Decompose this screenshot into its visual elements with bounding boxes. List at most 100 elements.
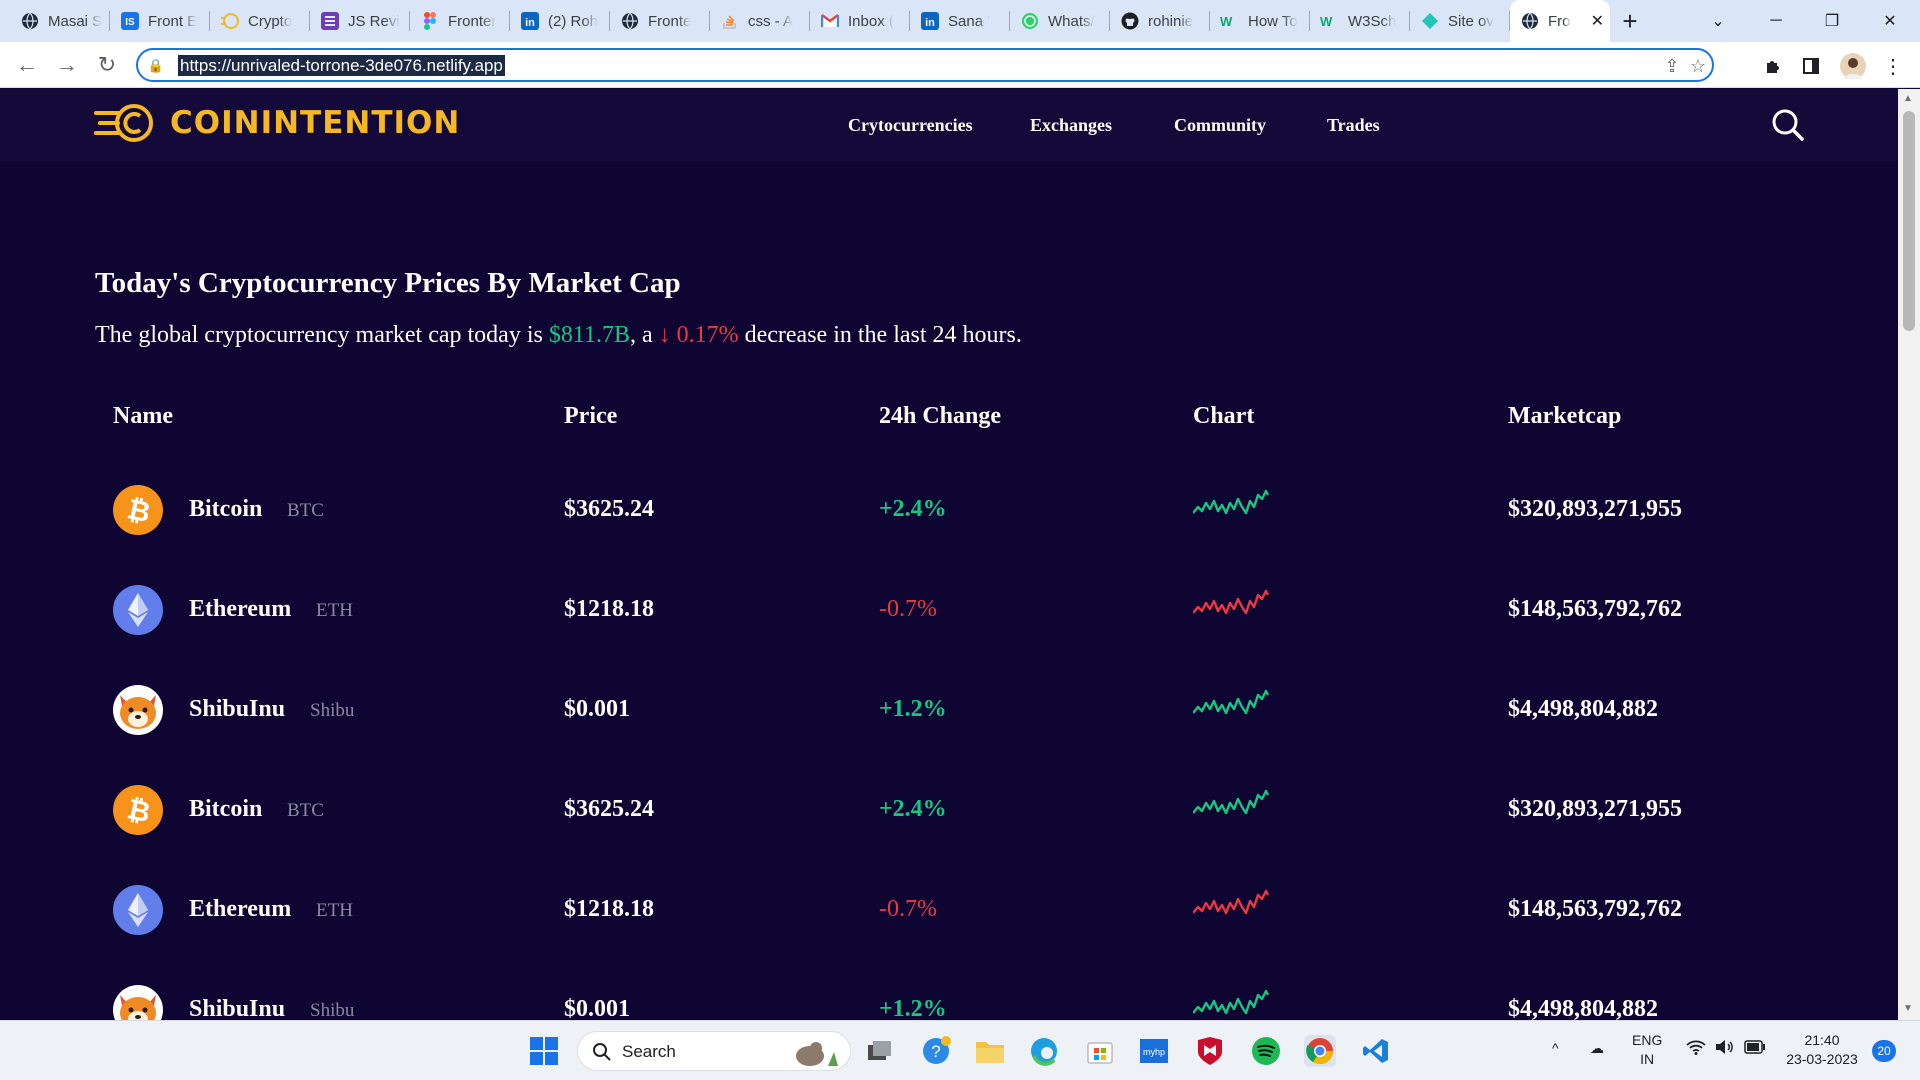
tab-title: W3Sch [1348, 12, 1397, 30]
scroll-down-arrow-icon[interactable]: ▼ [1903, 1003, 1913, 1014]
table-row[interactable]: ₿ Bitcoin BTC $3625.24 +2.4% $320,893,271,955 [0, 761, 1898, 859]
clock[interactable]: 21:40 23-03-2023 [1782, 1031, 1862, 1069]
chrome-menu-icon[interactable]: ⋮ [1880, 53, 1906, 79]
sparkline-chart [1193, 589, 1269, 615]
myhp-icon[interactable]: myhp [1138, 1035, 1170, 1067]
coin-24h-change: +1.2% [879, 996, 947, 1020]
profile-avatar[interactable] [1840, 53, 1866, 79]
linkedin-icon: in [520, 11, 540, 31]
clock-date: 23-03-2023 [1786, 1051, 1858, 1067]
extensions-puzzle-icon[interactable] [1760, 53, 1786, 79]
browser-tab[interactable]: JS Revi [310, 0, 410, 42]
global-market-cap: $811.7B [548, 322, 630, 348]
browser-tab[interactable]: in (2) Roh [510, 0, 610, 42]
tab-title: Fronter [448, 12, 497, 30]
browser-tab[interactable]: W How To [1210, 0, 1310, 42]
restore-button[interactable]: ❐ [1804, 0, 1860, 42]
vscode-icon[interactable] [1360, 1035, 1392, 1067]
sparkline-path [1193, 589, 1269, 615]
table-row[interactable]: ShibuInu Shibu $0.001 +1.2% $4,498,804,882 [0, 661, 1898, 759]
browser-tab[interactable]: Site ov [1410, 0, 1510, 42]
tab-search-chevron-icon[interactable]: ⌄ [1690, 0, 1746, 42]
share-icon[interactable]: ⇪ [1660, 54, 1684, 78]
market-summary: The global cryptocurrency market cap tod… [95, 322, 1022, 349]
coin-24h-change: -0.7% [879, 596, 937, 622]
search-icon[interactable] [1770, 107, 1806, 143]
site-logo[interactable]: COININTENTION [94, 101, 460, 145]
browser-tab[interactable]: css - A [710, 0, 810, 42]
task-view-icon[interactable] [864, 1035, 896, 1067]
coin-name: Ethereum [189, 596, 292, 622]
tab-title: Fronte [648, 12, 692, 30]
tab-title: Site ov [1448, 12, 1494, 30]
scroll-up-arrow-icon[interactable]: ▲ [1903, 93, 1913, 104]
column-header-marketcap: Marketcap [1508, 403, 1622, 429]
table-row[interactable]: Ethereum ETH $1218.18 -0.7% $148,563,792,762 [0, 561, 1898, 659]
microsoft-store-icon[interactable] [1084, 1035, 1116, 1067]
help-app-icon[interactable]: ? [920, 1035, 952, 1067]
notification-badge[interactable]: 20 [1872, 1040, 1896, 1062]
browser-tab[interactable]: Masai S [10, 0, 110, 42]
nav-community[interactable]: Community [1174, 115, 1266, 136]
page-scrollbar[interactable]: ▲ ▼ [1898, 89, 1920, 1020]
minimize-button[interactable]: ─ [1748, 0, 1804, 42]
back-button[interactable]: ← [12, 50, 42, 80]
reload-button[interactable]: ↻ [92, 50, 122, 80]
spotify-icon[interactable] [1250, 1035, 1282, 1067]
mcafee-icon[interactable] [1194, 1035, 1226, 1067]
down-arrow-icon: ↓ [658, 322, 671, 348]
tray-overflow-chevron-icon[interactable]: ^ [1552, 1039, 1559, 1058]
coin-marketcap: $320,893,271,955 [1508, 496, 1682, 522]
scrollbar-thumb[interactable] [1903, 111, 1915, 331]
forward-button[interactable]: → [52, 50, 82, 80]
whatsapp-icon [1020, 11, 1040, 31]
start-button[interactable] [528, 1035, 560, 1067]
browser-tab[interactable]: Fronte [610, 0, 710, 42]
new-tab-button[interactable]: + [1610, 6, 1650, 37]
nav-cryptocurrencies[interactable]: Crytocurrencies [848, 115, 973, 136]
coin-symbol: ETH [316, 900, 353, 921]
browser-tab[interactable]: W W3Sch [1310, 0, 1410, 42]
battery-icon[interactable] [1744, 1040, 1766, 1059]
side-panel-icon[interactable] [1798, 53, 1824, 79]
browser-tab[interactable]: in Sana ' [910, 0, 1010, 42]
browser-tab[interactable]: Inbox ( [810, 0, 910, 42]
taskbar-search-box[interactable]: Search [577, 1031, 851, 1071]
bitcoin-icon: ₿ [113, 785, 163, 835]
browser-tab[interactable]: Whats/ [1010, 0, 1110, 42]
tab-title: Whats/ [1048, 12, 1095, 30]
file-explorer-icon[interactable] [974, 1035, 1006, 1067]
bookmark-star-icon[interactable]: ☆ [1686, 54, 1710, 78]
url-bar[interactable]: 🔒 https://unrivaled-torrone-3de076.netli… [136, 48, 1714, 82]
browser-tab[interactable]: Fro ✕ [1510, 0, 1610, 42]
nav-exchanges[interactable]: Exchanges [1030, 115, 1112, 136]
sparkline-path [1193, 489, 1269, 515]
browser-tab[interactable]: Crypto [210, 0, 310, 42]
table-row[interactable]: ShibuInu Shibu $0.001 +1.2% $4,498,804,882 [0, 961, 1898, 1020]
table-row[interactable]: ₿ Bitcoin BTC $3625.24 +2.4% $320,893,271,955 [0, 461, 1898, 559]
language-indicator[interactable]: ENG IN [1632, 1031, 1662, 1069]
table-row[interactable]: Ethereum ETH $1218.18 -0.7% $148,563,792,762 [0, 861, 1898, 959]
onedrive-cloud-icon[interactable]: ☁ [1590, 1039, 1604, 1058]
coin-price: $0.001 [564, 996, 630, 1020]
lock-icon[interactable]: 🔒 [144, 54, 168, 78]
summary-middle: , a [629, 322, 659, 348]
w3-icon: W [1220, 11, 1240, 31]
url-text[interactable]: https://unrivaled-torrone-3de076.netlify… [178, 55, 505, 76]
sparkline-path [1193, 689, 1269, 715]
browser-tab[interactable]: Fronter [410, 0, 510, 42]
browser-tab[interactable]: IS Front E [110, 0, 210, 42]
coin-price: $1218.18 [564, 896, 654, 922]
volume-icon[interactable] [1714, 1039, 1734, 1060]
browser-tab[interactable]: rohinie [1110, 0, 1210, 42]
edge-browser-icon[interactable] [1028, 1035, 1060, 1067]
close-window-button[interactable]: ✕ [1862, 0, 1918, 42]
coin-24h-change: +1.2% [879, 696, 947, 722]
nav-trades[interactable]: Trades [1327, 115, 1380, 136]
close-tab-icon[interactable]: ✕ [1591, 11, 1604, 31]
coin-marketcap: $148,563,792,762 [1508, 596, 1682, 622]
is-icon: IS [120, 11, 140, 31]
language-code: ENG [1632, 1032, 1663, 1048]
wifi-icon[interactable] [1686, 1039, 1706, 1060]
chrome-taskbar-icon[interactable] [1304, 1035, 1336, 1067]
